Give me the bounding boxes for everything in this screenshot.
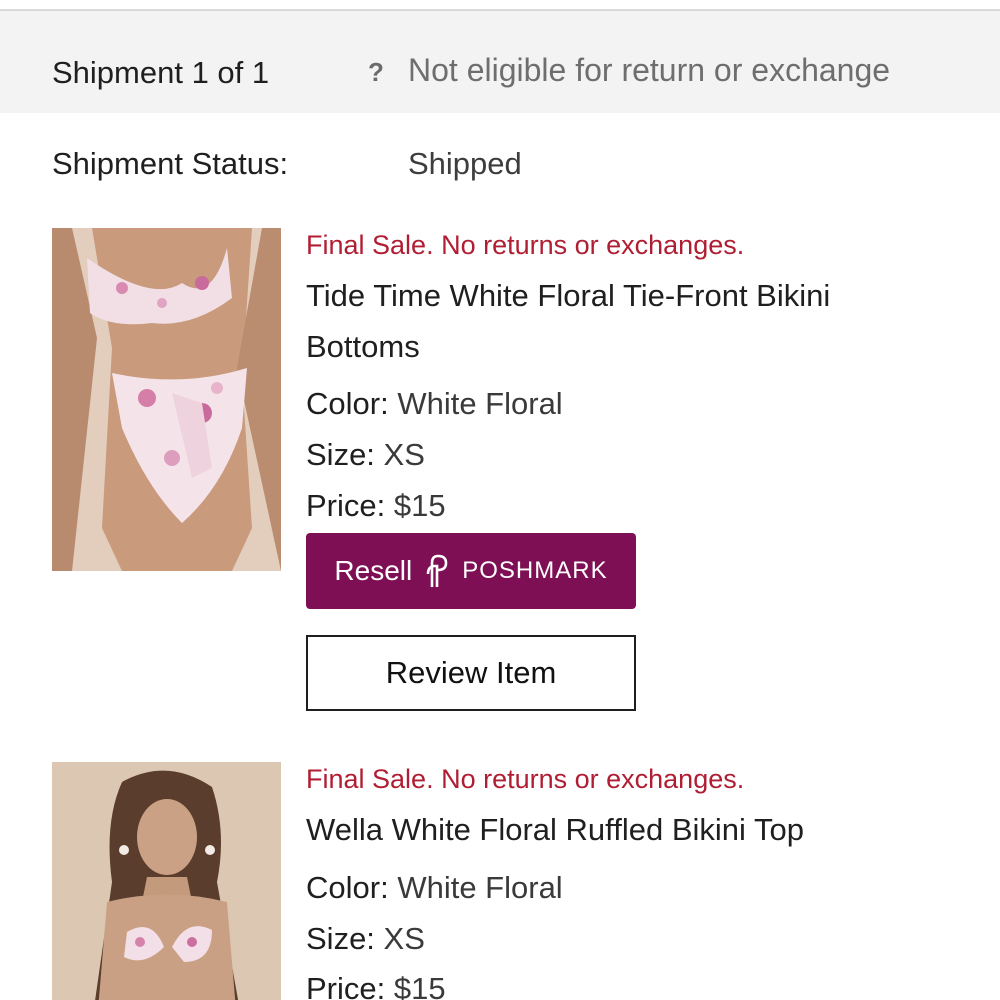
price-value: $15: [393, 971, 446, 1000]
product-price: Price: $15: [306, 971, 446, 1000]
return-eligibility-note: Not eligible for return or exchange: [408, 52, 891, 88]
bikini-top-photo-icon: [52, 762, 281, 1000]
resell-poshmark-button[interactable]: Resell POSHMARK: [306, 533, 636, 609]
color-label: Color:: [306, 870, 389, 905]
size-value: XS: [383, 437, 425, 472]
color-value: White Floral: [397, 386, 563, 421]
poshmark-brand: POSHMARK: [462, 557, 608, 584]
product-size: Size: XS: [306, 437, 425, 473]
product-name[interactable]: Tide Time White Floral Tie-Front Bikini …: [306, 270, 946, 372]
price-label: Price:: [306, 971, 386, 1000]
order-item: Final Sale. No returns or exchanges. Tid…: [0, 228, 1000, 728]
shipment-status-label: Shipment Status:: [52, 146, 289, 181]
product-name[interactable]: Wella White Floral Ruffled Bikini Top: [306, 804, 946, 855]
product-color: Color: White Floral: [306, 386, 563, 422]
product-image[interactable]: [52, 762, 281, 1000]
size-value: XS: [383, 921, 425, 956]
size-label: Size:: [306, 921, 375, 956]
final-sale-notice: Final Sale. No returns or exchanges.: [306, 230, 745, 260]
shipment-title: Shipment 1 of 1: [52, 55, 270, 90]
shipment-status-row: Shipment Status: Shipped: [52, 146, 952, 186]
color-label: Color:: [306, 386, 389, 421]
color-value: White Floral: [397, 870, 563, 905]
price-label: Price:: [306, 488, 386, 523]
product-color: Color: White Floral: [306, 870, 563, 906]
price-value: $15: [393, 488, 446, 523]
final-sale-notice: Final Sale. No returns or exchanges.: [306, 764, 745, 794]
shipment-header: Shipment 1 of 1 ? Not eligible for retur…: [0, 11, 1000, 113]
order-item: Final Sale. No returns or exchanges. Wel…: [0, 762, 1000, 1000]
poshmark-logo-icon: [426, 554, 448, 587]
product-image[interactable]: [52, 228, 281, 571]
resell-label: Resell: [334, 555, 413, 586]
bikini-bottoms-photo-icon: [52, 228, 281, 571]
help-icon[interactable]: ?: [368, 57, 384, 88]
size-label: Size:: [306, 437, 375, 472]
review-item-button[interactable]: Review Item: [306, 635, 636, 711]
shipment-status-value: Shipped: [408, 146, 522, 181]
product-price: Price: $15: [306, 488, 446, 524]
product-size: Size: XS: [306, 921, 425, 957]
